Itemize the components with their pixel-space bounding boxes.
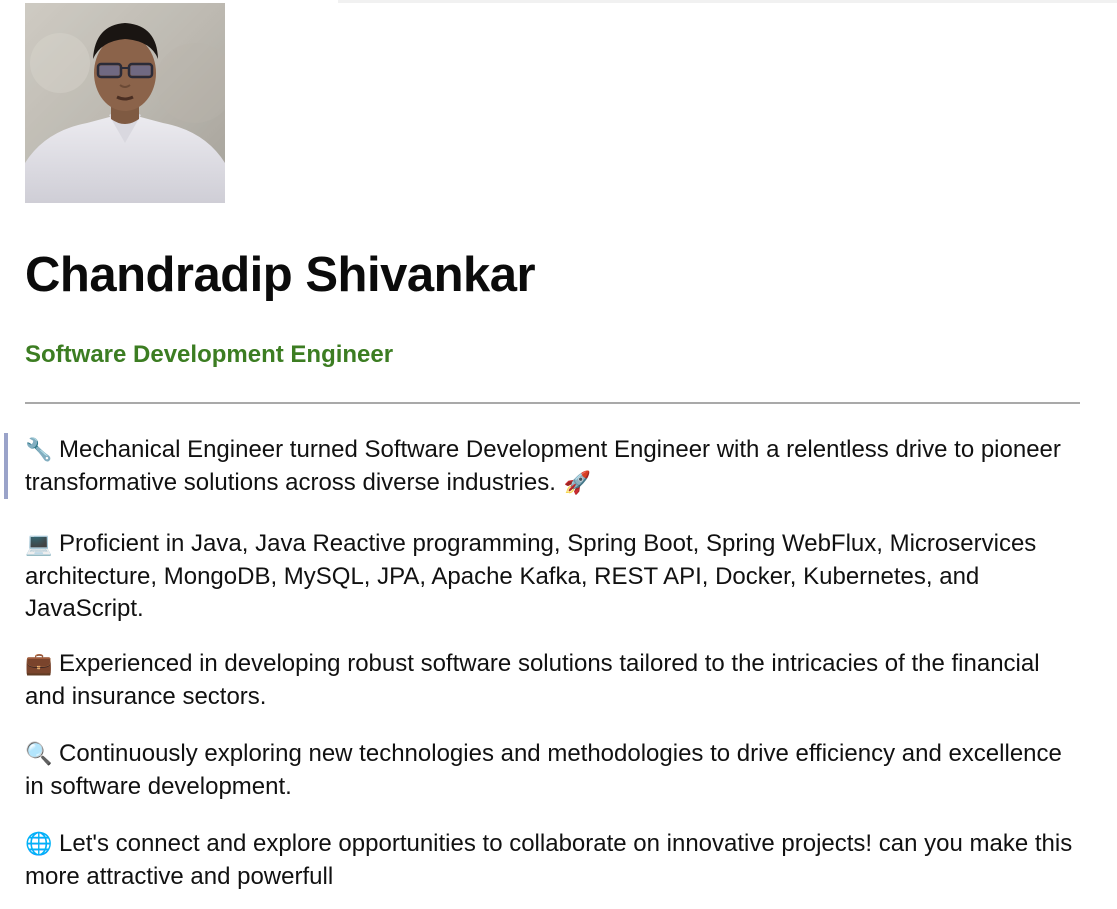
- about-paragraph-text: Proficient in Java, Java Reactive progra…: [25, 530, 1037, 622]
- profile-name: Chandradip Shivankar: [25, 248, 536, 302]
- person-photo-illustration: [25, 3, 225, 203]
- magnifier-icon: 🔍: [25, 742, 53, 767]
- laptop-icon: 💻: [25, 532, 53, 557]
- about-paragraph-learning: 🔍 Continuously exploring new technologies…: [25, 738, 1085, 803]
- profile-photo: [25, 3, 225, 203]
- top-border: [338, 0, 1117, 3]
- blockquote-bar: [4, 433, 8, 499]
- about-paragraph-connect: 🌐 Let's connect and explore opportunities…: [25, 828, 1085, 893]
- about-paragraph-text: Mechanical Engineer turned Software Deve…: [25, 436, 1061, 496]
- rocket-icon: 🚀: [563, 471, 592, 496]
- about-paragraph-skills: 💻 Proficient in Java, Java Reactive progr…: [25, 528, 1085, 625]
- globe-icon: 🌐: [25, 832, 53, 857]
- briefcase-icon: 💼: [25, 652, 53, 677]
- about-paragraph-experience: 💼 Experienced in developing robust softwa…: [25, 648, 1085, 713]
- profile-title: Software Development Engineer: [25, 341, 394, 368]
- about-paragraph-text: Continuously exploring new technologies …: [25, 740, 1062, 800]
- about-paragraph-text: Let's connect and explore opportunities …: [25, 830, 1073, 890]
- wrench-icon: 🔧: [25, 438, 53, 463]
- about-paragraph-text: Experienced in developing robust softwar…: [25, 650, 1040, 710]
- about-paragraph-intro: 🔧 Mechanical Engineer turned Software Dev…: [25, 434, 1085, 500]
- horizontal-divider: [25, 402, 1080, 404]
